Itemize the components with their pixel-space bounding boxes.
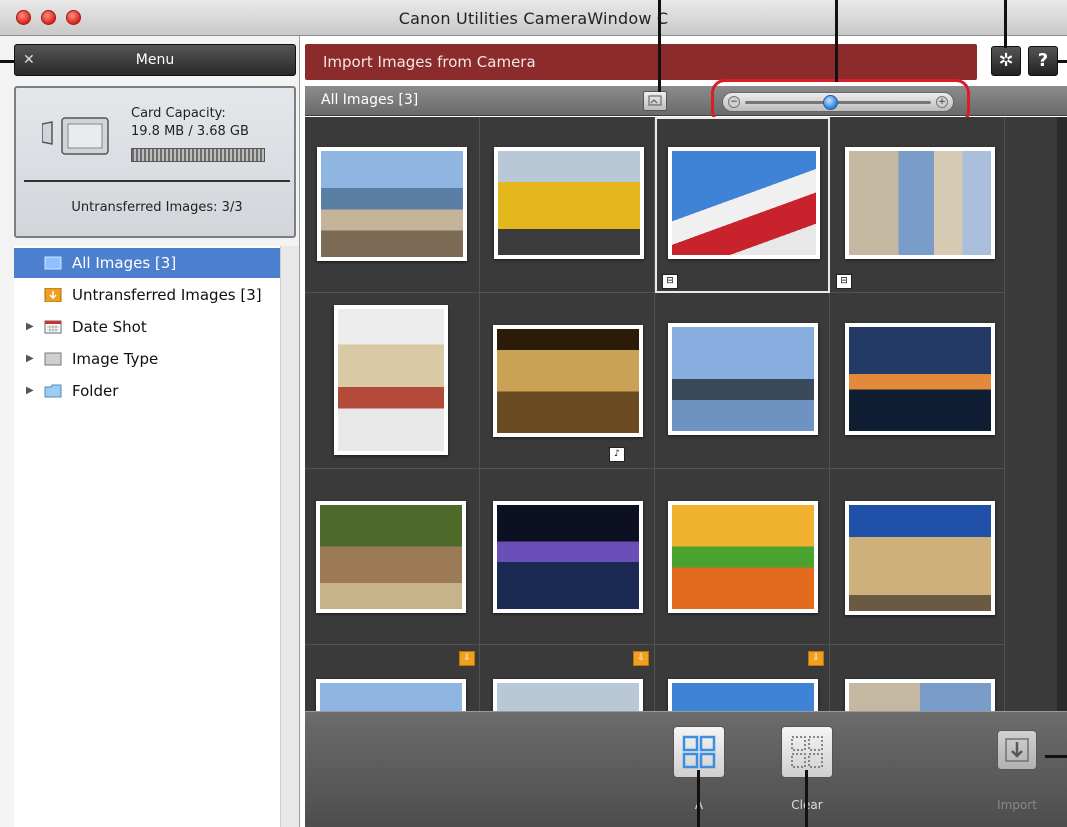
- menu-button[interactable]: ✕ Menu: [14, 44, 296, 76]
- folder-icon: [44, 384, 62, 398]
- thumbnail-image[interactable]: [494, 147, 644, 259]
- view-mode-toggle[interactable]: [643, 91, 667, 111]
- help-icon: ?: [1037, 50, 1049, 71]
- tree-item-image-type[interactable]: ▶ Image Type: [14, 344, 280, 374]
- card-capacity-value: 19.8 MB / 3.68 GB: [131, 124, 249, 139]
- menu-label: Menu: [135, 52, 175, 68]
- untransferred-badge-icon: ⇩: [633, 651, 649, 666]
- thumbnail-image[interactable]: [845, 679, 995, 711]
- view-mode-icon: [648, 95, 662, 106]
- thumbnail-image[interactable]: [493, 501, 643, 613]
- disclosure-triangle-icon[interactable]: ▶: [26, 376, 34, 406]
- callout-line: [697, 770, 700, 827]
- capacity-bar: [131, 148, 265, 162]
- tree-scrollbar[interactable]: [280, 246, 299, 827]
- untransferred-icon: [44, 288, 62, 302]
- untransferred-badge-icon: ⇩: [459, 651, 475, 666]
- callout-line: [0, 60, 14, 63]
- protect-icon: ⊟: [836, 274, 852, 289]
- window-title: Canon Utilities CameraWindow C: [398, 9, 669, 28]
- import-arrow-icon: [1005, 738, 1029, 762]
- calendar-icon: [44, 320, 62, 334]
- all-images-icon: [44, 256, 62, 270]
- tree-item-label: All Images [3]: [72, 254, 177, 272]
- thumbnail-image[interactable]: [845, 147, 995, 259]
- tree-item-untransferred[interactable]: Untransferred Images [3]: [14, 280, 280, 310]
- import-label: Import: [997, 798, 1037, 812]
- gallery-title: All Images [3]: [321, 92, 419, 108]
- thumbnail-grid[interactable]: ⊟ ⊟ ♪ ⇩ ⇩ ⇩: [305, 117, 1057, 711]
- image-tree: All Images [3] Untransferred Images [3] …: [14, 246, 280, 827]
- thumbnail-image[interactable]: [317, 147, 467, 261]
- camera-icon: [42, 117, 109, 155]
- grid-scrollbar[interactable]: [1057, 117, 1067, 711]
- callout-line: [835, 0, 838, 82]
- callout-line: [658, 0, 661, 92]
- protect-icon: ⊟: [662, 274, 678, 289]
- thumbnail-image[interactable]: [845, 501, 995, 615]
- bottom-toolbar: A Clear Import: [305, 711, 1067, 827]
- thumbnail-image[interactable]: [668, 147, 820, 259]
- thumbnail-image[interactable]: [334, 305, 448, 455]
- thumbnail-image[interactable]: [668, 501, 818, 613]
- card-capacity-label: Card Capacity:: [131, 106, 226, 121]
- title-bar: Canon Utilities CameraWindow C: [0, 0, 1067, 36]
- thumbnail-image[interactable]: [493, 679, 643, 711]
- disclosure-triangle-icon[interactable]: ▶: [26, 344, 34, 374]
- callout-line: [1045, 755, 1067, 758]
- thumbnail-image[interactable]: [668, 323, 818, 435]
- card-capacity-panel: Card Capacity: 19.8 MB / 3.68 GB Untrans…: [14, 86, 296, 238]
- image-type-icon: [44, 352, 62, 366]
- disclosure-triangle-icon[interactable]: ▶: [26, 312, 34, 342]
- tree-item-folder[interactable]: ▶ Folder: [14, 376, 280, 406]
- settings-button[interactable]: ✲: [991, 46, 1021, 76]
- callout-line: [805, 770, 808, 827]
- import-button[interactable]: [997, 730, 1037, 770]
- divider: [24, 180, 290, 182]
- help-button[interactable]: ?: [1028, 46, 1058, 76]
- untransferred-count: Untransferred Images: 3/3: [71, 200, 243, 215]
- thumbnail-image[interactable]: [845, 323, 995, 435]
- thumbnail-image[interactable]: [316, 679, 466, 711]
- close-menu-icon[interactable]: ✕: [23, 45, 35, 75]
- callout-line: [1057, 60, 1067, 63]
- page-title: Import Images from Camera: [305, 44, 977, 80]
- thumbnail-image[interactable]: [493, 325, 643, 437]
- tree-item-all-images[interactable]: All Images [3]: [14, 248, 280, 278]
- tree-item-label: Date Shot: [72, 318, 147, 336]
- tree-item-label: Folder: [72, 382, 119, 400]
- tree-item-date-shot[interactable]: ▶ Date Shot: [14, 312, 280, 342]
- gear-icon: ✲: [998, 50, 1014, 71]
- thumbnail-image[interactable]: [316, 501, 466, 613]
- callout-line: [1004, 0, 1007, 48]
- untransferred-badge-icon: ⇩: [808, 651, 824, 666]
- tree-item-label: Untransferred Images [3]: [72, 286, 262, 304]
- tree-item-label: Image Type: [72, 350, 159, 368]
- sound-memo-icon: ♪: [609, 447, 625, 462]
- thumbnail-image[interactable]: [668, 679, 818, 711]
- sidebar: ✕ Menu Card Capacity: 19.8 MB / 3.68 GB …: [0, 36, 300, 827]
